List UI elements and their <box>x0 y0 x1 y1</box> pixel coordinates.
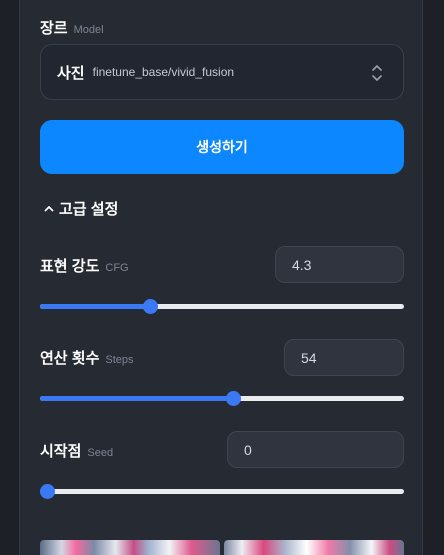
gallery-image[interactable] <box>40 540 220 555</box>
model-label-sub: Model <box>73 24 104 36</box>
cfg-slider[interactable] <box>40 299 404 315</box>
model-select-name: 사진 <box>57 64 85 82</box>
chevron-up-down-icon <box>372 65 382 81</box>
advanced-settings-toggle[interactable]: 고급 설정 <box>44 198 118 219</box>
slider-fill <box>40 396 233 401</box>
steps-slider[interactable] <box>40 391 404 407</box>
gallery-image[interactable] <box>224 540 404 555</box>
cfg-input[interactable]: 4.3 <box>275 246 404 283</box>
advanced-settings-label: 고급 설정 <box>59 201 119 218</box>
slider-fill <box>40 304 151 309</box>
steps-label-sub: Steps <box>105 354 134 366</box>
model-label-row: 장르 Model <box>40 17 104 38</box>
cfg-label-row: 표현 강도 CFG <box>40 255 129 276</box>
seed-slider[interactable] <box>40 484 404 500</box>
model-select[interactable]: 사진 finetune_base/vivid_fusion <box>40 44 404 100</box>
seed-label-row: 시작점 Seed <box>40 440 113 461</box>
steps-input[interactable]: 54 <box>284 339 404 376</box>
cfg-label: 표현 강도 <box>40 258 100 275</box>
model-select-path: finetune_base/vivid_fusion <box>92 65 235 79</box>
slider-track <box>40 489 404 494</box>
steps-label-row: 연산 횟수 Steps <box>40 347 134 368</box>
generate-button[interactable]: 생성하기 <box>40 120 404 174</box>
cfg-label-sub: CFG <box>105 262 129 274</box>
settings-panel: 장르 Model 사진 finetune_base/vivid_fusion 생… <box>19 0 423 555</box>
seed-label: 시작점 <box>40 443 82 460</box>
seed-input[interactable]: 0 <box>227 431 404 468</box>
steps-label: 연산 횟수 <box>40 350 100 367</box>
chevron-up-icon <box>44 206 54 212</box>
image-gallery <box>40 540 404 555</box>
slider-thumb[interactable] <box>225 391 241 406</box>
model-label: 장르 <box>40 20 68 37</box>
slider-thumb[interactable] <box>40 484 55 499</box>
seed-label-sub: Seed <box>87 447 114 459</box>
slider-thumb[interactable] <box>143 299 159 314</box>
